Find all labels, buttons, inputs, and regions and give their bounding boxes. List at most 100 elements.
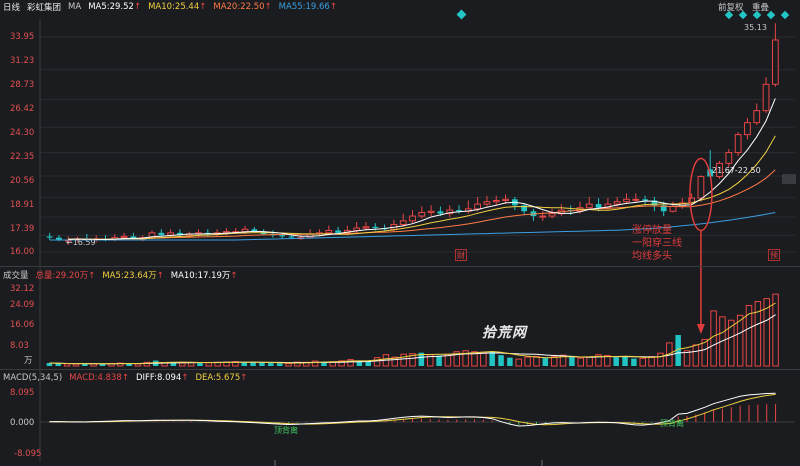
volume-bar-down [276, 363, 283, 366]
candle-down [456, 210, 462, 212]
candle-up [585, 203, 593, 209]
volume-total: 总量:29.20万↑ [35, 271, 96, 281]
candle-up [548, 213, 556, 217]
volume-bar-down [55, 363, 62, 366]
volume-unit: 万 [24, 356, 33, 366]
candle-up [753, 110, 761, 124]
price-range-band [782, 174, 796, 185]
candle-up [492, 199, 500, 203]
candle-up [632, 198, 640, 201]
volume-bar-up [639, 357, 646, 367]
candle-up [744, 122, 751, 136]
macd-header-bar: MACD(5,34,5) MACD:4.838↑ DIFF:8.094↑ DEA… [0, 371, 800, 385]
volume-bar-up [72, 363, 80, 367]
candle-up [418, 211, 426, 217]
volume-bar-up [400, 353, 407, 367]
candle-down [335, 230, 341, 233]
volume-bar-up [710, 310, 717, 367]
macd-divergence-label-1: 顶背离 [274, 426, 298, 435]
candle-up [734, 134, 742, 154]
high-price-label: 35.13 [744, 23, 767, 32]
macd-title[interactable]: MACD(5,34,5) [3, 373, 62, 383]
candle-up [120, 235, 128, 239]
diff-value: DIFF:8.094↑ [135, 373, 189, 383]
candle-up [399, 220, 407, 225]
macd-value: MACD:4.838↑ [69, 373, 129, 383]
volume-bar-down [241, 362, 247, 366]
candle-up [427, 210, 435, 213]
volume-tick-0: 32.12 [10, 284, 35, 294]
volume-ma5: MA5:23.64万↑ [102, 271, 164, 281]
volume-bar-up [736, 314, 744, 367]
volume-bar-up [311, 360, 319, 367]
annotation-arrow-head [696, 324, 705, 334]
annotation-line-3: 均线多头 [632, 251, 672, 262]
earnings-tag[interactable]: 财 [455, 249, 467, 261]
candle-down [279, 235, 286, 237]
volume-title[interactable]: 成交量 [3, 269, 29, 281]
volume-bar-up [480, 351, 487, 367]
volume-bar-up [134, 363, 142, 367]
candle-up [474, 203, 482, 210]
candle-down [288, 236, 295, 238]
candle-up [362, 226, 370, 229]
volume-bar-down [99, 364, 106, 366]
volume-bar-up [745, 304, 753, 367]
macd-tick-2: -8.095 [14, 449, 42, 459]
volume-bar-up [63, 363, 71, 367]
volume-bar-down [507, 357, 513, 366]
candle-up [771, 39, 779, 85]
volume-header-bar: 成交量 总量:29.20万↑ MA5:23.64万↑ MA10:17.19万↑ [0, 268, 800, 282]
volume-bar-down [268, 363, 274, 366]
forecast-tag[interactable]: 预 [768, 249, 780, 261]
candle-down [437, 211, 444, 214]
volume-bar-down [436, 355, 442, 366]
annotation-line-2: 一阳穿三线 [632, 238, 682, 249]
volume-bar-up [692, 344, 700, 367]
dea-value: DEA:5.675↑ [195, 373, 248, 383]
price-range-label: 21.67-22.50 [712, 166, 761, 175]
volume-bar-up [772, 293, 779, 367]
volume-tick-1: 24.09 [10, 300, 35, 310]
candle-down [595, 204, 602, 208]
volume-bar-down [259, 362, 265, 366]
candle-up [623, 198, 630, 203]
volume-bar-up [533, 355, 540, 367]
candle-up [325, 229, 333, 234]
volume-tick-3: 8.03 [10, 341, 29, 351]
candle-up [669, 205, 677, 212]
candle-up [613, 201, 621, 205]
macd-tick-1: 0.000 [10, 418, 35, 428]
volume-bar-down [613, 357, 619, 366]
volume-macd-divider [0, 369, 800, 370]
volume-bar-up [373, 357, 381, 367]
volume-ma10: MA10:17.19万↑ [170, 271, 238, 281]
volume-bar-up [524, 356, 531, 367]
volume-bar-down [569, 356, 575, 366]
volume-bar-up [205, 362, 213, 367]
candle-up [502, 198, 509, 201]
volume-tick-2: 16.06 [10, 320, 35, 330]
volume-bar-up [577, 357, 584, 367]
volume-bar-up [515, 358, 523, 367]
volume-bar-up [550, 356, 558, 367]
price-volume-divider [0, 266, 800, 267]
candle-up [762, 83, 770, 112]
volume-bar-up [728, 319, 735, 367]
candle-down [158, 232, 165, 236]
candle-up [241, 228, 249, 233]
volume-bar-down [622, 356, 628, 366]
volume-bar-down [631, 358, 637, 366]
volume-bar-up [657, 352, 664, 367]
candle-down [372, 226, 379, 229]
candle-up [409, 215, 416, 222]
annotation-line-1: 涨停放量 [632, 225, 672, 236]
macd-divergence-label-2: 顶背离 [660, 419, 684, 428]
candle-up [483, 201, 491, 205]
volume-bar-up [648, 356, 655, 367]
annotation-text: 涨停放量 一阳穿三线 均线多头 [632, 224, 682, 263]
candle-down [46, 236, 53, 238]
volume-bar-up [285, 363, 292, 367]
low-price-label: ←16.59 [66, 238, 96, 247]
candle-up [697, 176, 705, 199]
